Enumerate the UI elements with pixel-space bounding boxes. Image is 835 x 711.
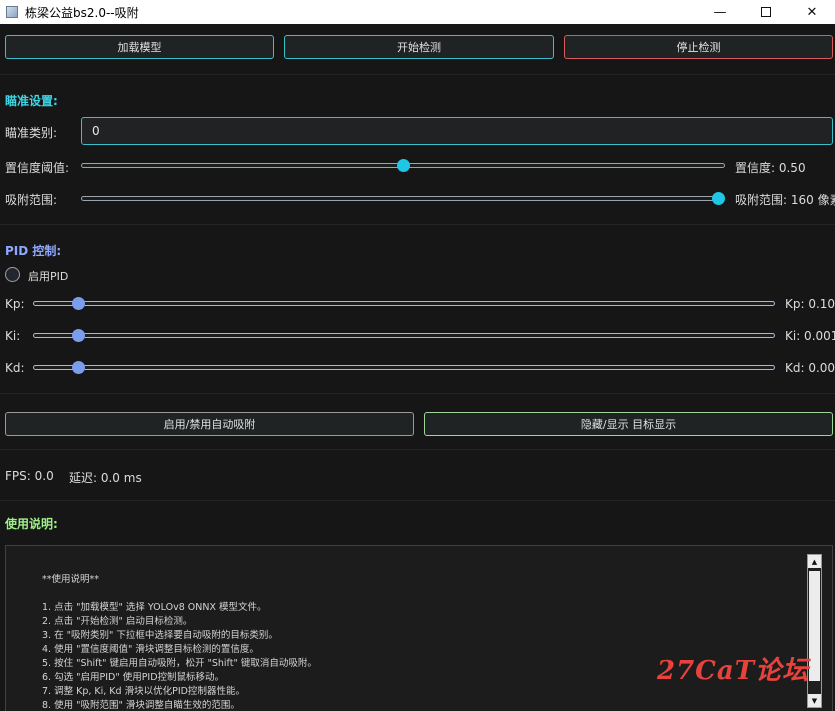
help-line: 1. 点击 "加载模型" 选择 YOLOv8 ONNX 模型文件。 xyxy=(42,602,267,613)
confidence-label: 置信度阈值: xyxy=(5,161,70,175)
title-bar: 栋梁公益bs2.0--吸附 — ✕ xyxy=(0,0,835,24)
maximize-icon xyxy=(761,7,771,17)
kd-label: Kd: xyxy=(5,361,25,375)
help-section-title: 使用说明: xyxy=(5,517,58,531)
stop-detect-button[interactable]: 停止检测 xyxy=(564,35,833,59)
latency-readout: 延迟: 0.0 ms xyxy=(69,471,142,485)
range-label: 吸附范围: xyxy=(5,193,58,207)
ki-slider-thumb[interactable] xyxy=(71,329,85,342)
fps-readout: FPS: 0.0 xyxy=(5,469,54,483)
help-line: 3. 在 "吸附类别" 下拉框中选择要自动吸附的目标类别。 xyxy=(42,630,278,641)
help-line: 2. 点击 "开始检测" 启动目标检测。 xyxy=(42,616,193,627)
watermark: 27CaT论坛 xyxy=(657,656,810,686)
range-value: 吸附范围: 160 像素 xyxy=(735,193,835,207)
help-line: 8. 使用 "吸附范围" 滑块调整自瞄生效的范围。 xyxy=(42,700,240,711)
kp-value: Kp: 0.10 xyxy=(785,297,835,311)
window-title: 栋梁公益bs2.0--吸附 xyxy=(25,5,139,20)
divider xyxy=(0,500,835,501)
kd-slider[interactable] xyxy=(33,361,775,375)
scrollbar-thumb[interactable] xyxy=(809,571,820,681)
ki-value: Ki: 0.001 xyxy=(785,329,835,343)
help-line: 6. 勾选 "启用PID" 使用PID控制鼠标移动。 xyxy=(42,672,225,683)
load-model-button[interactable]: 加载模型 xyxy=(5,35,274,59)
ki-label: Ki: xyxy=(5,329,21,343)
enable-pid-label: 启用PID xyxy=(28,270,69,283)
divider xyxy=(0,74,835,75)
kp-slider-thumb[interactable] xyxy=(71,297,85,310)
app-icon xyxy=(6,6,18,18)
toggle-aim-button[interactable]: 启用/禁用自动吸附 xyxy=(5,412,414,436)
help-line: **使用说明** xyxy=(42,574,100,585)
aim-class-input[interactable]: 0 xyxy=(81,117,833,145)
range-slider[interactable] xyxy=(81,192,725,206)
confidence-slider-thumb[interactable] xyxy=(397,159,410,172)
ki-slider[interactable] xyxy=(33,329,775,343)
window-controls: — ✕ xyxy=(697,0,835,24)
enable-pid-checkbox[interactable] xyxy=(5,267,20,282)
scroll-up-icon[interactable]: ▲ xyxy=(808,555,821,568)
kp-slider[interactable] xyxy=(33,297,775,311)
range-slider-thumb[interactable] xyxy=(712,192,725,205)
aim-class-label: 瞄准类别: xyxy=(5,126,58,140)
maximize-button[interactable] xyxy=(743,0,789,24)
confidence-value: 置信度: 0.50 xyxy=(735,161,806,175)
kd-slider-thumb[interactable] xyxy=(71,361,85,374)
help-line: 4. 使用 "置信度阈值" 滑块调整目标检测的置信度。 xyxy=(42,644,259,655)
kp-slider-track xyxy=(33,301,775,306)
scroll-down-icon[interactable]: ▼ xyxy=(808,694,821,707)
range-slider-track xyxy=(81,196,725,201)
help-line: 7. 调整 Kp, Ki, Kd 滑块以优化PID控制器性能。 xyxy=(42,686,245,697)
divider xyxy=(0,449,835,450)
start-detect-button[interactable]: 开始检测 xyxy=(284,35,554,59)
help-scrollbar[interactable]: ▲ ▼ xyxy=(807,554,822,708)
divider xyxy=(0,393,835,394)
aim-section-title: 瞄准设置: xyxy=(5,94,58,108)
close-button[interactable]: ✕ xyxy=(789,0,835,24)
kp-label: Kp: xyxy=(5,297,25,311)
toggle-display-button[interactable]: 隐藏/显示 目标显示 xyxy=(424,412,833,436)
kd-value: Kd: 0.001 xyxy=(785,361,835,375)
minimize-button[interactable]: — xyxy=(697,0,743,24)
help-line: 5. 按住 "Shift" 键启用自动吸附，松开 "Shift" 键取消自动吸附… xyxy=(42,658,317,669)
ki-slider-track xyxy=(33,333,775,338)
pid-section-title: PID 控制: xyxy=(5,244,62,258)
divider xyxy=(0,224,835,225)
confidence-slider[interactable] xyxy=(81,159,725,173)
kd-slider-track xyxy=(33,365,775,370)
